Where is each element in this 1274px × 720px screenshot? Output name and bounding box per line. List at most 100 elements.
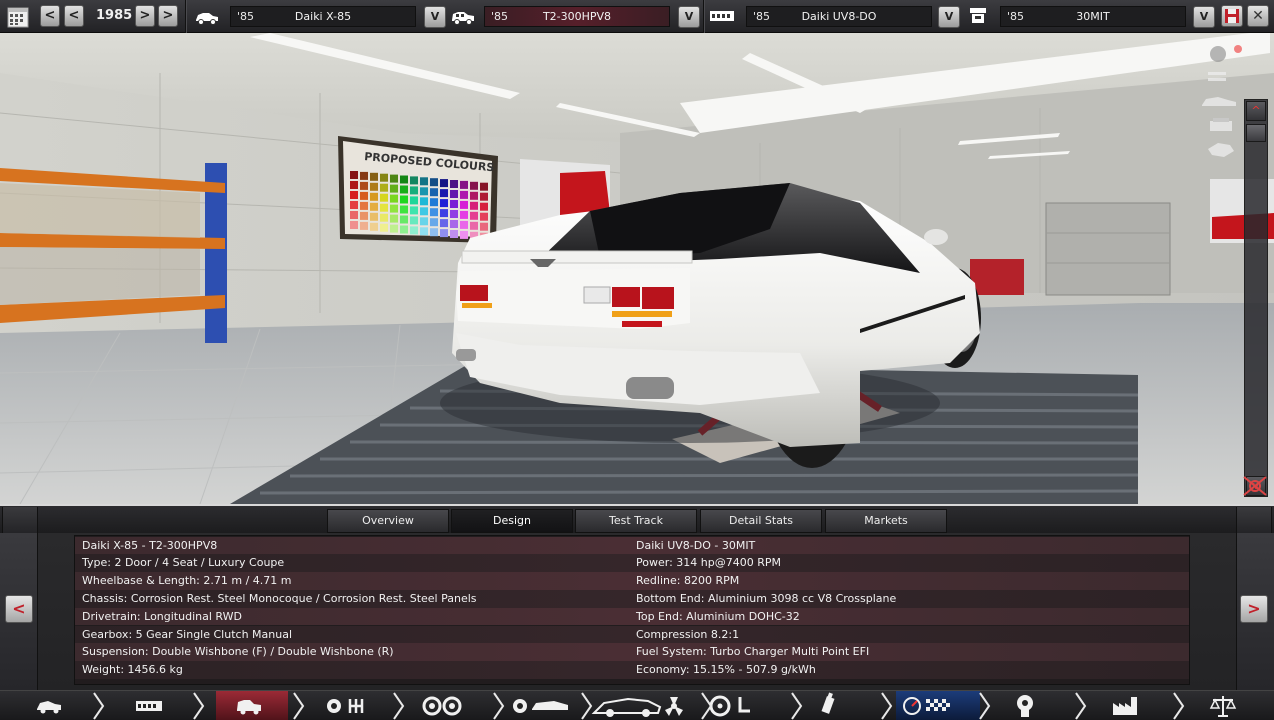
colour-swatch	[370, 192, 378, 201]
view-side-icon[interactable]	[1200, 91, 1240, 113]
chevron-right-icon	[1074, 691, 1088, 720]
trim-icon[interactable]	[234, 691, 264, 720]
engine-stat: Daiki UV8-DO - 30MIT	[636, 538, 756, 552]
chassis-icon[interactable]	[134, 691, 164, 720]
engine-stat: Top End: Aluminium DOHC-32	[636, 609, 800, 623]
car-trim-selector[interactable]: '85 T2-300HPV8	[484, 6, 670, 27]
year-prev-button[interactable]: <	[64, 5, 84, 27]
car-stat: Daiki X-85 - T2-300HPV8	[82, 538, 218, 552]
tab-detail-stats[interactable]: Detail Stats	[700, 509, 822, 533]
save-button[interactable]	[1221, 5, 1243, 27]
colour-swatch	[440, 199, 448, 208]
engineer-icon[interactable]	[1010, 691, 1040, 720]
engine-stat: Fuel System: Turbo Charger Multi Point E…	[636, 645, 870, 659]
panel-cap	[2, 507, 38, 534]
car-model-dropdown-button[interactable]: V	[424, 6, 446, 28]
colour-swatch	[390, 184, 398, 193]
colour-swatch	[350, 211, 358, 219]
tab-test-track[interactable]: Test Track	[575, 509, 697, 533]
stats-row: Drivetrain: Longitudinal RWD Top End: Alu…	[75, 607, 1189, 626]
colour-swatch	[480, 212, 488, 221]
engine-stat: Compression 8.2:1	[636, 627, 740, 641]
design-info-panel: < > Daiki X-85 - T2-300HPV8 Daiki UV8-DO …	[0, 533, 1274, 690]
next-car-button[interactable]: >	[1240, 595, 1268, 623]
colour-swatch	[470, 211, 478, 220]
colour-swatch	[450, 200, 458, 208]
colour-swatch	[390, 214, 398, 223]
car-stat: Drivetrain: Longitudinal RWD	[82, 609, 242, 623]
colour-swatch	[480, 222, 488, 231]
test-track-icon[interactable]	[900, 691, 956, 720]
close-button[interactable]: ✕	[1247, 5, 1269, 27]
chevron-right-icon	[790, 691, 804, 720]
view-top-icon[interactable]	[1204, 139, 1244, 161]
view-front-icon[interactable]	[1204, 115, 1244, 137]
colour-swatch	[350, 201, 358, 209]
car-stat: Wheelbase & Length: 2.71 m / 4.71 m	[82, 574, 292, 588]
panel-cap	[1236, 507, 1272, 534]
engine-family-selector[interactable]: '85 30MIT	[1000, 6, 1186, 27]
colour-swatch	[440, 229, 448, 238]
colour-swatch	[400, 185, 408, 194]
colour-swatch	[380, 213, 388, 222]
colour-swatch	[400, 205, 408, 214]
tab-markets[interactable]: Markets	[825, 509, 947, 533]
engine-model-selector[interactable]: '85 Daiki UV8-DO	[746, 6, 932, 27]
year-prev-far-button[interactable]: <	[40, 5, 60, 27]
reset-camera-icon[interactable]	[1240, 473, 1270, 499]
tab-overview[interactable]: Overview	[327, 509, 449, 533]
info-tabs: Overview Design Test Track Detail Stats …	[0, 504, 1274, 534]
car-trim-dropdown-button[interactable]: V	[678, 6, 700, 28]
colour-swatch	[420, 207, 428, 216]
colour-swatch	[400, 225, 408, 234]
tab-design[interactable]: Design	[451, 509, 573, 533]
car-trim-name: T2-300HPV8	[542, 10, 612, 23]
stats-table: Daiki X-85 - T2-300HPV8 Daiki UV8-DO - 30…	[74, 535, 1190, 685]
scroll-up-button[interactable]: ^	[1246, 101, 1266, 121]
view-list-icon[interactable]	[1204, 67, 1244, 89]
drivetrain-gearbox-icon[interactable]	[322, 691, 372, 720]
colour-swatch	[360, 221, 368, 230]
chevron-right-icon	[880, 691, 894, 720]
colour-swatch	[440, 189, 448, 198]
year-next-button[interactable]: >	[135, 5, 155, 27]
colour-swatch	[410, 176, 418, 185]
stats-row: Weight: 1456.6 kg Economy: 15.15% - 507.9…	[75, 661, 1189, 679]
colour-swatch	[380, 203, 388, 212]
divider	[185, 0, 187, 33]
camera-record-icon[interactable]	[1204, 43, 1244, 65]
body-icon[interactable]	[510, 691, 574, 720]
divider	[703, 0, 705, 33]
colour-swatch	[410, 186, 418, 195]
colour-swatch	[410, 206, 418, 215]
colour-swatch	[480, 202, 488, 211]
factory-icon[interactable]	[1110, 691, 1140, 720]
colour-swatch	[380, 173, 388, 182]
engine-model-dropdown-button[interactable]: V	[938, 6, 960, 28]
engine-stat: Redline: 8200 RPM	[636, 574, 740, 588]
engine-stat: Economy: 15.15% - 507.9 g/kWh	[636, 663, 816, 677]
colour-swatch	[440, 219, 448, 228]
chevron-right-icon	[192, 691, 206, 720]
automation-game-window: < < 1985 > > '85 Daiki X-85 V '85 T2-300…	[0, 0, 1274, 720]
engine-family-dropdown-button[interactable]: V	[1193, 6, 1215, 28]
colour-swatch	[430, 218, 438, 227]
engine-stat: Bottom End: Aluminium 3098 cc V8 Crosspl…	[636, 591, 897, 605]
car-model-icon	[194, 5, 220, 27]
balance-icon[interactable]	[1208, 691, 1238, 720]
wheels-icon[interactable]	[420, 691, 470, 720]
colour-swatch	[350, 221, 358, 229]
car-model-selector[interactable]: '85 Daiki X-85	[230, 6, 416, 27]
car-viewport[interactable]: PROPOSED COLOURS ^	[0, 33, 1274, 504]
car-model-icon[interactable]	[34, 691, 64, 720]
colour-swatch	[370, 182, 378, 191]
prev-car-button[interactable]: <	[5, 595, 33, 623]
car-design-icon[interactable]	[588, 691, 692, 720]
calendar-icon[interactable]	[6, 5, 29, 28]
car-stat: Chassis: Corrosion Rest. Steel Monocoque…	[82, 591, 477, 605]
camera-zoom-scrollbar[interactable]: ^ v	[1244, 99, 1268, 497]
year-next-far-button[interactable]: >	[158, 5, 178, 27]
scroll-thumb[interactable]	[1246, 124, 1266, 142]
stats-row: Type: 2 Door / 4 Seat / Luxury Coupe Powe…	[75, 554, 1189, 573]
engine-icon[interactable]	[816, 691, 846, 720]
